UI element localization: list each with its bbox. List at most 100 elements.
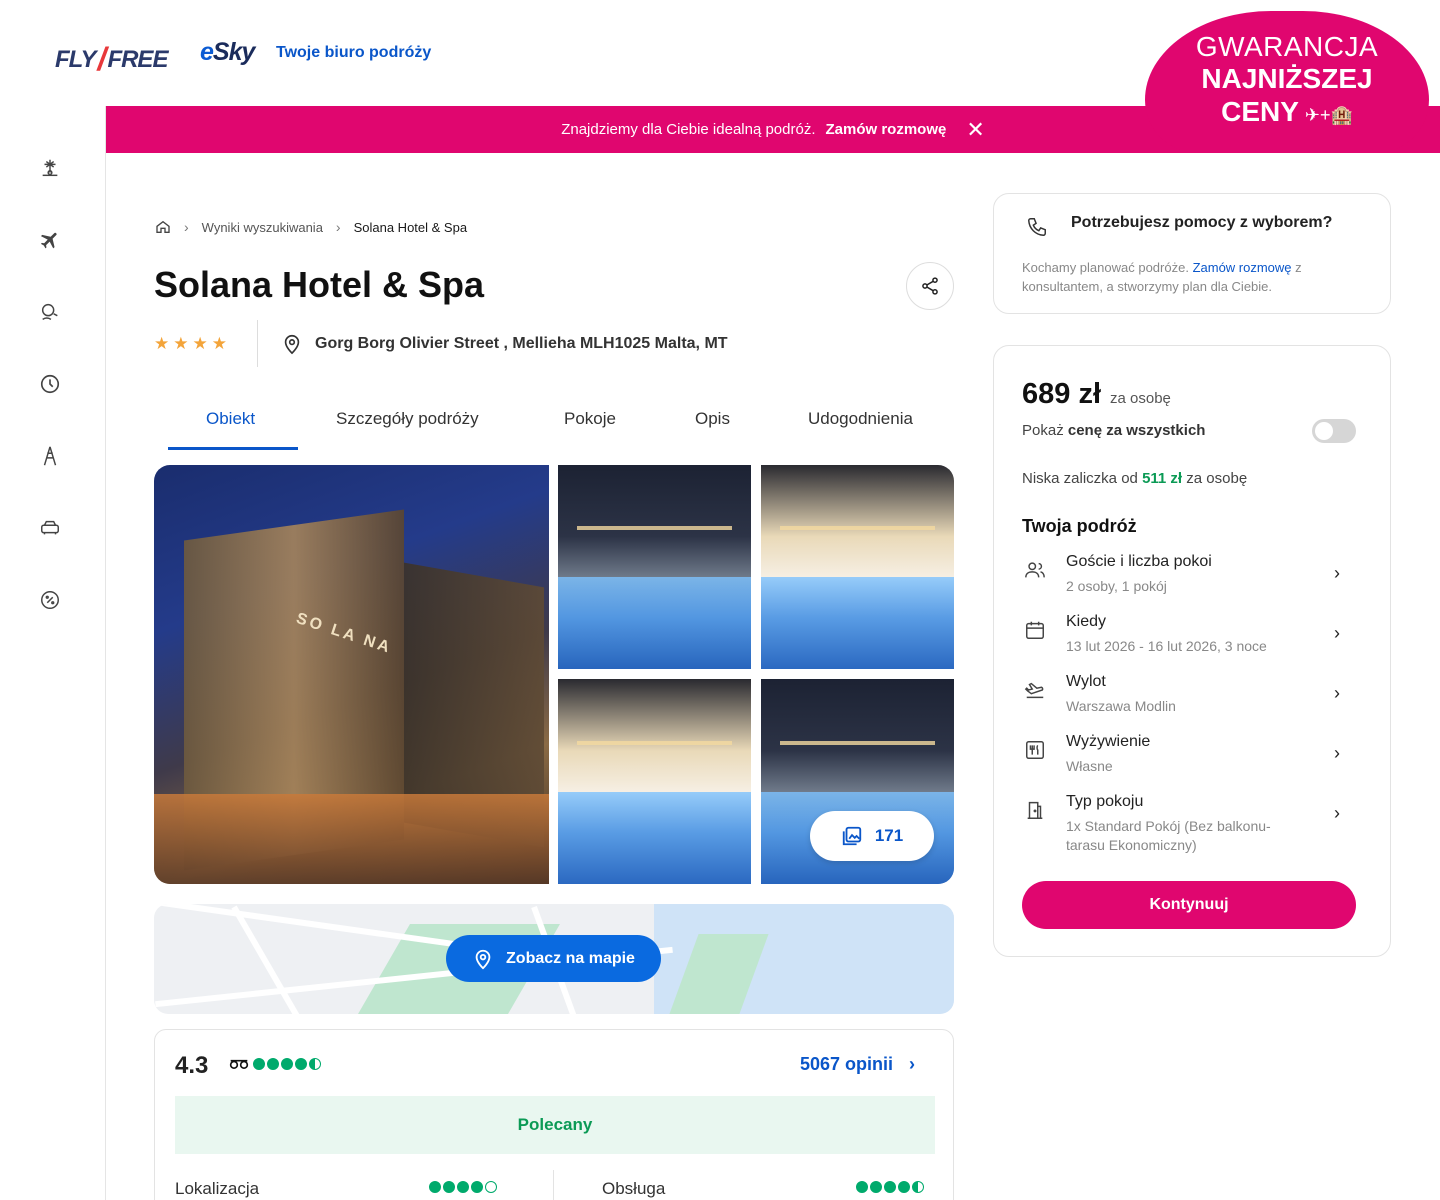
help-body: Kochamy planować podróże. Zamów rozmowę … [1022, 260, 1302, 294]
tripadvisor-icon [229, 1057, 249, 1075]
trip-row-label: Typ pokoju [1066, 793, 1144, 810]
breadcrumb-separator: › [335, 219, 341, 235]
show-map-label: Zobacz na mapie [506, 949, 635, 967]
trip-row-meals[interactable]: Wyżywienie Własne › [1022, 733, 1362, 783]
share-button[interactable] [906, 262, 954, 310]
help-title: Potrzebujesz pomocy z wyborem? [1071, 214, 1333, 231]
trip-row-value: 13 lut 2026 - 16 lut 2026, 3 noce [1066, 638, 1267, 654]
help-call-link[interactable]: Zamów rozmowę [1193, 260, 1292, 275]
breadcrumb: › Wyniki wyszukiwania › Solana Hotel & S… [155, 219, 467, 235]
hotel-address: Gorg Borg Olivier Street , Mellieha MLH1… [281, 332, 728, 356]
tab-obiekt[interactable]: Obiekt [206, 409, 255, 429]
gallery-photo-pool-3[interactable] [558, 679, 751, 884]
divider [257, 320, 258, 367]
gallery-photo-pool-2[interactable] [761, 465, 954, 669]
show-total-price-label: Pokaż cenę za wszystkich [1022, 422, 1206, 439]
tagline: Twoje biuro podróży [276, 44, 432, 61]
reviews-card: 4.3 5067 opinii › Polecany Lokalizacja Ob… [154, 1029, 954, 1200]
trip-row-value: 1x Standard Pokój (Bez balkonu-tarasu Ek… [1066, 818, 1271, 853]
location-pin-icon [475, 949, 491, 969]
promo-text: Znajdziemy dla Ciebie idealną podróż. [561, 121, 816, 138]
tab-opis[interactable]: Opis [695, 409, 730, 429]
chevron-right-icon: › [1334, 683, 1340, 703]
tab-szczegoly-podrozy[interactable]: Szczegóły podróży [336, 409, 479, 429]
departure-icon [1022, 677, 1048, 703]
flyfree-logo[interactable]: FLY/FREE [55, 38, 168, 77]
trip-row-value: Własne [1066, 758, 1113, 774]
continue-button[interactable]: Kontynuuj [1022, 881, 1356, 929]
logo-fly-text: FLY [55, 46, 97, 73]
trip-row-label: Wyżywienie [1066, 733, 1151, 750]
trip-row-value: Warszawa Modlin [1066, 698, 1176, 714]
gallery-photo-pool-1[interactable] [558, 465, 751, 669]
price: 689 zł [1022, 378, 1101, 410]
room-type-icon [1022, 797, 1048, 823]
total-price-toggle[interactable] [1312, 419, 1356, 443]
lowest-price-guarantee-badge[interactable]: GWARANCJA NAJNIŻSZEJ CENY ✈+🏨 [1145, 11, 1429, 153]
plane-icon[interactable] [38, 228, 62, 252]
location-pin-icon [284, 334, 300, 355]
meal-icon [1022, 737, 1048, 763]
trip-row-room-type[interactable]: Typ pokoju 1x Standard Pokój (Bez balkon… [1022, 793, 1362, 853]
esky-logo[interactable]: eSky [200, 38, 255, 67]
photo-water [558, 577, 751, 669]
photo-road [154, 794, 549, 884]
badge-line2: NAJNIŻSZEJ [1201, 63, 1373, 94]
active-tab-indicator [168, 447, 298, 450]
trip-row-guests[interactable]: Goście i liczba pokoi 2 osoby, 1 pokój › [1022, 553, 1362, 603]
tab-pokoje[interactable]: Pokoje [564, 409, 616, 429]
photo-light [780, 740, 935, 745]
trip-row-label: Wylot [1066, 673, 1106, 690]
guests-icon [1022, 557, 1048, 583]
photo-light [780, 526, 935, 531]
rating-dots [429, 1181, 499, 1193]
logo-esky-rest: Sky [212, 38, 255, 66]
phone-icon [1026, 216, 1048, 243]
clock-icon[interactable] [38, 372, 62, 396]
chevron-right-icon: › [909, 1054, 916, 1074]
discount-icon[interactable] [38, 588, 62, 612]
reviews-count-link[interactable]: 5067 opinii › [800, 1054, 915, 1075]
trip-row-dates[interactable]: Kiedy 13 lut 2026 - 16 lut 2026, 3 noce … [1022, 613, 1362, 663]
trip-row-value: 2 osoby, 1 pokój [1066, 578, 1167, 594]
photos-icon [842, 826, 861, 846]
photo-light [577, 526, 732, 531]
deposit-amount: 511 zł [1142, 470, 1183, 487]
photo-light [577, 740, 732, 745]
help-card: Potrzebujesz pomocy z wyborem? Kochamy p… [993, 193, 1391, 314]
recommended-banner: Polecany [175, 1096, 935, 1154]
hotel-stars: ★★★★ [154, 334, 231, 353]
deposit-info: Niska zaliczka od 511 zł za osobę [1022, 470, 1248, 487]
breadcrumb-separator: › [184, 219, 189, 235]
breadcrumb-search-results[interactable]: Wyniki wyszukiwania [202, 220, 323, 235]
flight-hotel-icon: ✈+🏨 [1304, 105, 1353, 125]
review-score: 4.3 [175, 1052, 209, 1079]
home-icon[interactable] [155, 219, 171, 235]
close-icon[interactable]: ✕ [966, 118, 984, 141]
booking-card: 689 zł za osobę Pokaż cenę za wszystkich… [993, 345, 1391, 957]
trip-row-departure[interactable]: Wylot Warszawa Modlin › [1022, 673, 1362, 723]
photo-water [558, 791, 751, 884]
photo-count: 171 [874, 826, 904, 845]
trip-title: Twoja podróż [1022, 516, 1137, 536]
show-map-button[interactable]: Zobacz na mapie [446, 935, 661, 982]
beach-holiday-icon[interactable] [38, 156, 62, 180]
last-minute-icon[interactable] [38, 300, 62, 324]
trip-row-label: Goście i liczba pokoi [1066, 553, 1212, 570]
photo-water [761, 577, 954, 669]
car-icon[interactable] [38, 516, 62, 540]
promo-cta-link[interactable]: Zamów rozmowę [826, 121, 947, 138]
badge-line3: CENY ✈+🏨 [1221, 96, 1353, 127]
logo-free-text: FREE [107, 46, 168, 73]
divider [553, 1170, 554, 1200]
chevron-right-icon: › [1334, 563, 1340, 583]
city-break-icon[interactable] [38, 444, 62, 468]
logo-esky-e: e [200, 38, 214, 66]
photo-count-button[interactable]: 171 [810, 811, 934, 861]
trip-row-label: Kiedy [1066, 613, 1107, 630]
hotel-title: Solana Hotel & Spa [154, 264, 485, 305]
tab-udogodnienia[interactable]: Udogodnienia [808, 409, 913, 429]
chevron-right-icon: › [1334, 623, 1340, 643]
gallery-main-photo[interactable]: SO LA NA [154, 465, 549, 884]
share-icon [922, 277, 938, 295]
